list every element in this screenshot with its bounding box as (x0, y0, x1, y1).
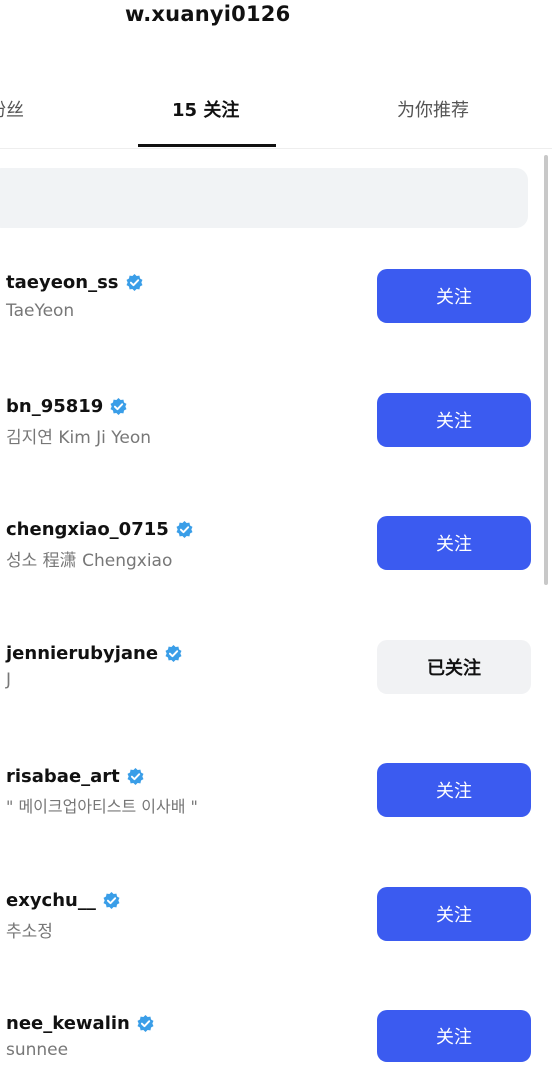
follow-button[interactable]: 关注 (377, 1010, 531, 1062)
tab-recommended[interactable]: 为你推荐 (397, 96, 469, 122)
username-line: taeyeon_ss (6, 272, 144, 293)
list-item[interactable]: taeyeon_ss TaeYeon 关注 (0, 269, 552, 363)
username: risabae_art (6, 766, 120, 787)
display-name: sunnee (6, 1040, 69, 1060)
list-item[interactable]: risabae_art " 메이크업아티스트 이사배 " 关注 (0, 763, 552, 857)
follow-button[interactable]: 关注 (377, 393, 531, 447)
tab-bar: 粉丝 15 关注 为你推荐 (0, 96, 552, 148)
search-input[interactable] (0, 168, 528, 228)
display-name: J (6, 670, 12, 690)
username: taeyeon_ss (6, 272, 119, 293)
verified-badge-icon (126, 273, 142, 292)
list-item[interactable]: chengxiao_0715 성소 程潇 Chengxiao 关注 (0, 516, 552, 610)
follow-button[interactable]: 关注 (377, 516, 531, 570)
verified-badge-icon (137, 1014, 154, 1033)
list-item[interactable]: exychu__ 추소정 关注 (0, 887, 552, 981)
page-title: w.xuanyi0126 (125, 2, 291, 26)
verified-badge-icon (110, 397, 127, 416)
follow-button[interactable]: 关注 (377, 887, 531, 941)
list-item[interactable]: jennierubyjane J 已关注 (0, 640, 552, 734)
verified-badge-icon (127, 767, 144, 786)
display-name: 김지연 Kim Ji Yeon (6, 428, 152, 448)
username-line: chengxiao_0715 (6, 519, 194, 540)
tab-divider (0, 148, 552, 149)
username: nee_kewalin (6, 1013, 130, 1034)
username-line: nee_kewalin (6, 1013, 155, 1034)
list-item[interactable]: nee_kewalin sunnee 关注 (0, 1010, 552, 1077)
username: chengxiao_0715 (6, 519, 169, 540)
follow-button[interactable]: 关注 (377, 763, 531, 817)
following-list-page: w.xuanyi0126 粉丝 15 关注 为你推荐 taeyeon_ss Ta… (0, 0, 552, 1077)
verified-badge-icon (176, 520, 193, 539)
following-button[interactable]: 已关注 (377, 640, 531, 694)
username: jennierubyjane (6, 643, 159, 664)
username-line: risabae_art (6, 766, 145, 787)
username-line: bn_95819 (6, 396, 128, 417)
tab-following[interactable]: 15 关注 (172, 96, 239, 122)
active-tab-indicator (138, 144, 276, 147)
verified-badge-icon (165, 644, 182, 663)
username: exychu__ (6, 890, 96, 911)
list-item[interactable]: bn_95819 김지연 Kim Ji Yeon 关注 (0, 393, 552, 487)
verified-badge-icon (103, 891, 120, 910)
display-name: " 메이크업아티스트 이사배 " (6, 797, 198, 816)
display-name: 추소정 (6, 922, 53, 942)
display-name: TaeYeon (6, 301, 75, 321)
display-name: 성소 程潇 Chengxiao (6, 551, 173, 571)
username: bn_95819 (6, 396, 104, 417)
tab-fans[interactable]: 粉丝 (0, 96, 24, 122)
follow-button[interactable]: 关注 (377, 269, 531, 323)
username-line: exychu__ (6, 890, 121, 911)
username-line: jennierubyjane (6, 643, 183, 664)
scrollbar[interactable] (544, 155, 548, 585)
